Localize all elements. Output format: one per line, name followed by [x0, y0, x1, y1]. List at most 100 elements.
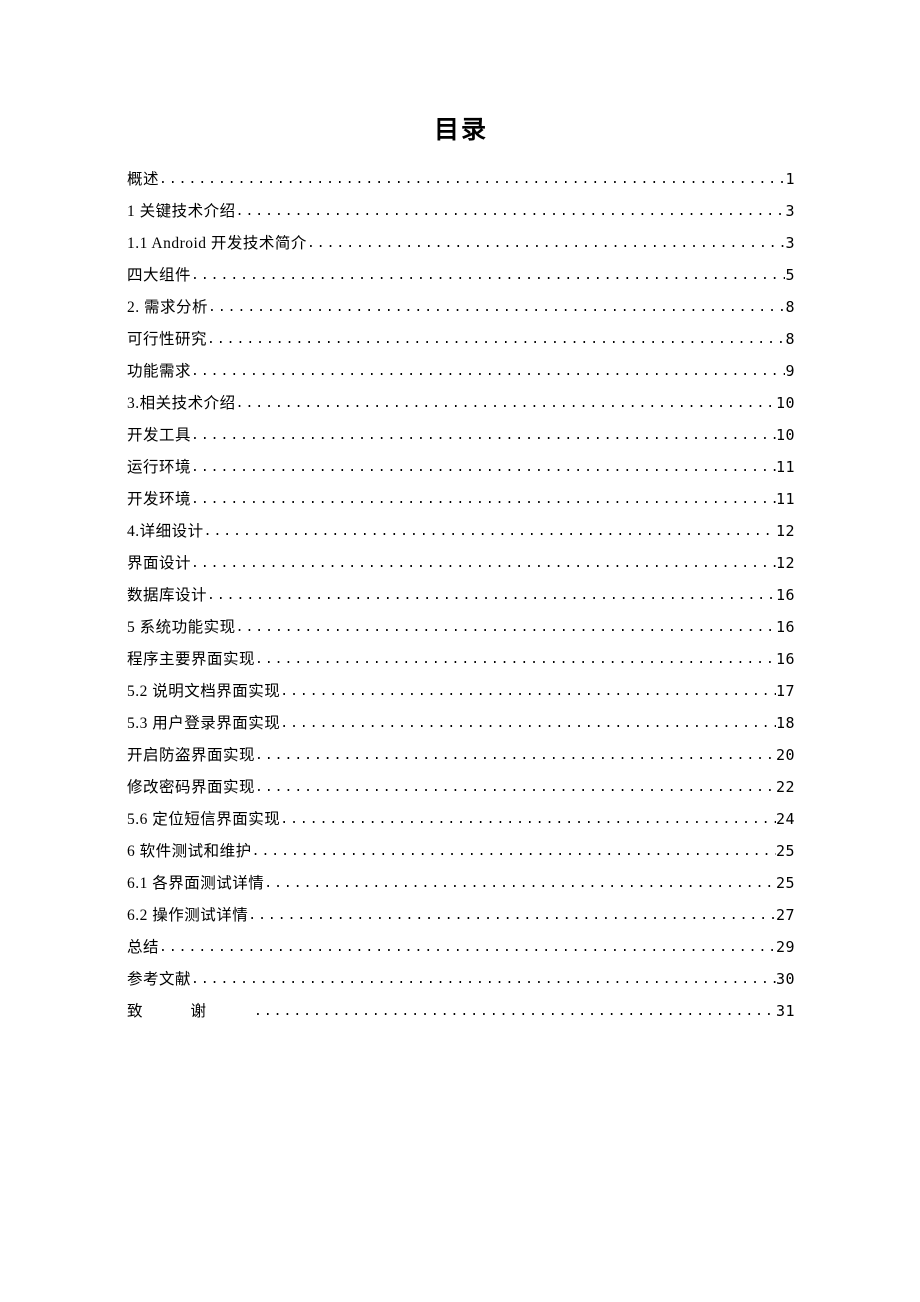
toc-entry-leader: [191, 261, 785, 291]
toc-entry: 四大组件 5: [127, 260, 795, 292]
toc-entry-label: 概述: [127, 165, 159, 195]
toc-entry-label: 运行环境: [127, 453, 191, 483]
toc-entry-leader: [255, 773, 776, 803]
toc-entry-leader: [254, 997, 776, 1027]
toc-entry-label: 2. 需求分析: [127, 293, 208, 323]
toc-entry: 5.2 说明文档界面实现 17: [127, 676, 795, 708]
toc-entry-leader: [248, 901, 776, 931]
toc-entry-leader: [307, 229, 786, 259]
toc-entry: 总结 29: [127, 932, 795, 964]
toc-entry-page: 10: [776, 420, 795, 450]
toc-entry-page: 29: [776, 932, 795, 962]
toc-entry: 开发环境 11: [127, 484, 795, 516]
toc-entry-label: 开发工具: [127, 421, 191, 451]
toc-entry-page: 31: [776, 996, 795, 1026]
toc-entry-label: 5.3 用户登录界面实现: [127, 709, 280, 739]
toc-entry-leader: [159, 165, 785, 195]
toc-entry: 6.2 操作测试详情 27: [127, 900, 795, 932]
toc-entry-label: 程序主要界面实现: [127, 645, 255, 675]
toc-entry-page: 3: [785, 196, 795, 226]
toc-entry-label: 4.详细设计: [127, 517, 204, 547]
toc-entry-page: 8: [785, 292, 795, 322]
toc-entry-leader: [207, 581, 776, 611]
toc-entry: 5.6 定位短信界面实现 24: [127, 804, 795, 836]
toc-entry: 开发工具 10: [127, 420, 795, 452]
toc-entry-label: 6.2 操作测试详情: [127, 901, 248, 931]
toc-entry: 6.1 各界面测试详情 25: [127, 868, 795, 900]
toc-entry-label: 总结: [127, 933, 159, 963]
toc-entry-label: 开发环境: [127, 485, 191, 515]
toc-entry-leader: [255, 741, 776, 771]
toc-entry-leader: [280, 677, 776, 707]
toc-entry-page: 16: [776, 580, 795, 610]
toc-entry: 功能需求 9: [127, 356, 795, 388]
toc-title: 目录: [127, 110, 795, 146]
toc-entry-label: 界面设计: [127, 549, 191, 579]
toc-entry: 5 系统功能实现 16: [127, 612, 795, 644]
toc-entry: 6 软件测试和维护 25: [127, 836, 795, 868]
toc-entry: 1 关键技术介绍 3: [127, 196, 795, 228]
toc-entry: 参考文献 30: [127, 964, 795, 996]
toc-entry: 运行环境 11: [127, 452, 795, 484]
toc-entry-page: 11: [776, 484, 795, 514]
toc-entry: 数据库设计 16: [127, 580, 795, 612]
toc-entry-page: 3: [785, 228, 795, 258]
toc-entry-leader: [191, 357, 785, 387]
toc-entry-leader: [252, 837, 776, 867]
toc-entry-leader: [208, 293, 785, 323]
toc-entry: 程序主要界面实现 16: [127, 644, 795, 676]
toc-entry-page: 16: [776, 612, 795, 642]
toc-entry-leader: [191, 421, 776, 451]
toc-entry-page: 25: [776, 868, 795, 898]
toc-entry-page: 16: [776, 644, 795, 674]
toc-entry-leader: [191, 965, 776, 995]
toc-entry-page: 10: [776, 388, 795, 418]
toc-entry-page: 25: [776, 836, 795, 866]
toc-entry-leader: [204, 517, 776, 547]
toc-entry-label: 5 系统功能实现: [127, 613, 236, 643]
toc-entry-label: 6 软件测试和维护: [127, 837, 252, 867]
toc-entry-leader: [280, 709, 776, 739]
toc-entry-page: 18: [776, 708, 795, 738]
toc-entry-page: 20: [776, 740, 795, 770]
toc-entry: 可行性研究 8: [127, 324, 795, 356]
toc-entry: 1.1 Android 开发技术简介 3: [127, 228, 795, 260]
toc-entry-page: 24: [776, 804, 795, 834]
toc-entry-leader: [191, 453, 776, 483]
toc-entry-label: 6.1 各界面测试详情: [127, 869, 264, 899]
toc-entry-label: 1 关键技术介绍: [127, 197, 236, 227]
toc-entry-leader: [159, 933, 776, 963]
toc-entry-label: 数据库设计: [127, 581, 207, 611]
toc-entry-page: 12: [776, 548, 795, 578]
toc-entry: 界面设计 12: [127, 548, 795, 580]
toc-entry: 概述 1: [127, 164, 795, 196]
toc-entry-page: 17: [776, 676, 795, 706]
toc-entry-label: 四大组件: [127, 261, 191, 291]
toc-entry-page: 22: [776, 772, 795, 802]
toc-entry-page: 11: [776, 452, 795, 482]
toc-entry-page: 27: [776, 900, 795, 930]
toc-list: 概述11 关键技术介绍31.1 Android 开发技术简介 3四大组件52. …: [127, 164, 795, 1028]
toc-entry-label: 参考文献: [127, 965, 191, 995]
toc-entry: 致谢31: [127, 996, 795, 1028]
toc-entry-label: 5.2 说明文档界面实现: [127, 677, 280, 707]
toc-entry: 2. 需求分析 8: [127, 292, 795, 324]
toc-entry-leader: [236, 389, 776, 419]
toc-entry-leader: [236, 197, 786, 227]
toc-entry-label: 开启防盗界面实现: [127, 741, 255, 771]
toc-entry-label: 1.1 Android 开发技术简介: [127, 229, 307, 259]
toc-entry-page: 1: [785, 164, 795, 194]
toc-entry: 4.详细设计12: [127, 516, 795, 548]
toc-entry: 5.3 用户登录界面实现 18: [127, 708, 795, 740]
toc-entry-label: 5.6 定位短信界面实现: [127, 805, 280, 835]
toc-entry-label: 可行性研究: [127, 325, 207, 355]
toc-entry-page: 5: [785, 260, 795, 290]
toc-entry: 开启防盗界面实现 20: [127, 740, 795, 772]
toc-entry-page: 8: [785, 324, 795, 354]
toc-entry: 3.相关技术介绍10: [127, 388, 795, 420]
toc-entry-page: 9: [785, 356, 795, 386]
toc-entry-leader: [255, 645, 776, 675]
toc-entry-label: 功能需求: [127, 357, 191, 387]
toc-entry-page: 30: [776, 964, 795, 994]
toc-entry-leader: [236, 613, 776, 643]
